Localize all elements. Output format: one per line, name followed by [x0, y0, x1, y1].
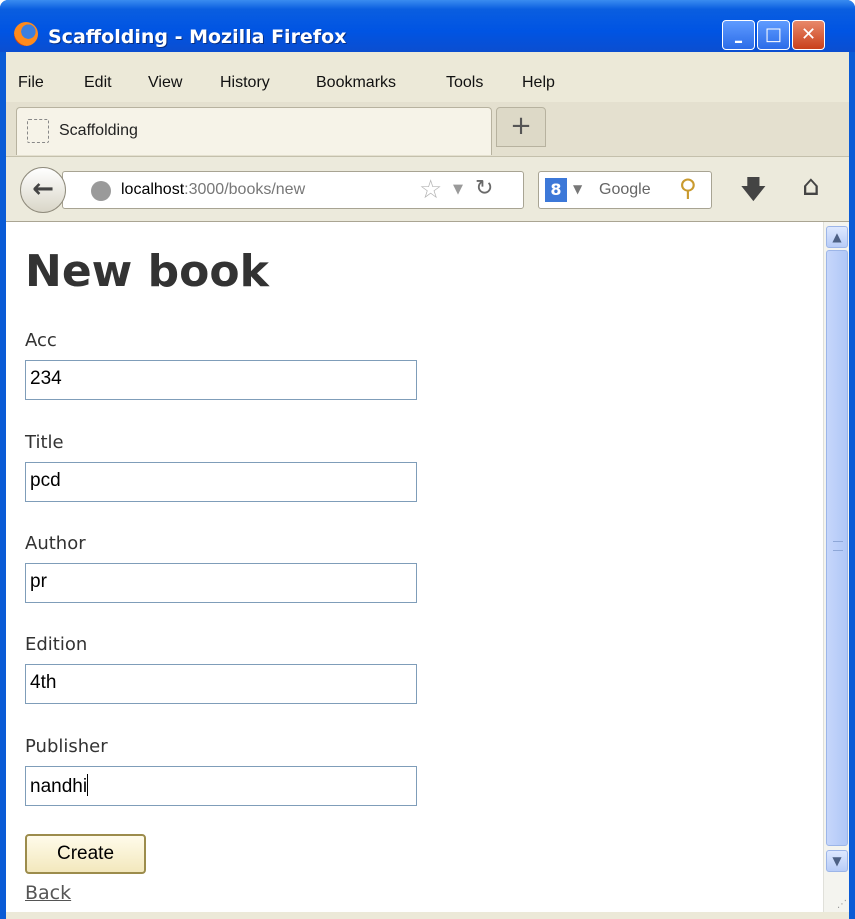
site-identity-icon[interactable] — [91, 181, 111, 201]
bookmark-star-icon[interactable]: ☆ — [419, 175, 442, 205]
publisher-input[interactable]: nandhi — [25, 766, 417, 806]
menu-help[interactable]: Help — [522, 74, 555, 92]
edition-label: Edition — [25, 634, 88, 655]
search-bar[interactable]: 8 ▼ Google ⚲ — [538, 171, 712, 209]
page-title: New book — [25, 246, 269, 297]
scroll-up-button[interactable]: ▲ — [826, 226, 848, 248]
back-link[interactable]: Back — [25, 882, 71, 904]
vertical-scrollbar[interactable]: ▲ ▼ — [823, 222, 849, 912]
search-input[interactable]: Google — [599, 181, 651, 199]
home-icon[interactable]: ⌂ — [802, 169, 820, 202]
tab-label: Scaffolding — [59, 122, 138, 139]
author-input[interactable]: pr — [25, 563, 417, 603]
menu-edit[interactable]: Edit — [84, 74, 112, 92]
menu-tools[interactable]: Tools — [446, 74, 483, 92]
tab-scaffolding[interactable]: Scaffolding — [16, 107, 492, 155]
window-title: Scaffolding - Mozilla Firefox — [48, 26, 347, 48]
edition-input[interactable]: 4th — [25, 664, 417, 704]
scroll-down-icon: ▼ — [832, 854, 842, 868]
url-path: :3000/books/new — [184, 181, 306, 198]
url-text: localhost:3000/books/new — [121, 181, 305, 199]
maximize-icon: □ — [764, 24, 782, 45]
publisher-value: nandhi — [30, 776, 88, 797]
scroll-up-icon: ▲ — [832, 230, 842, 244]
scroll-down-button[interactable]: ▼ — [826, 850, 848, 872]
menu-bookmarks[interactable]: Bookmarks — [316, 74, 396, 92]
minimize-button[interactable]: – — [722, 20, 755, 52]
url-host: localhost — [121, 181, 185, 198]
publisher-label: Publisher — [25, 736, 108, 757]
engine-dropdown-icon[interactable]: ▼ — [573, 182, 582, 196]
title-bar[interactable]: Scaffolding - Mozilla Firefox – □ ✕ — [0, 0, 855, 52]
reload-icon[interactable]: ↻ — [475, 176, 493, 201]
page-content: New book Acc 234 Title pcd Author pr Edi… — [6, 222, 849, 912]
menu-history[interactable]: History — [220, 74, 270, 92]
author-label: Author — [25, 533, 86, 554]
search-engine-icon[interactable]: 8 — [545, 178, 567, 202]
create-button[interactable]: Create — [25, 834, 146, 874]
back-arrow-icon: ← — [32, 174, 54, 204]
history-dropdown-icon[interactable]: ▼ — [453, 182, 463, 197]
title-label: Title — [25, 432, 64, 453]
close-icon: ✕ — [800, 24, 817, 45]
tab-strip: Scaffolding + — [6, 102, 849, 156]
menu-file[interactable]: File — [18, 74, 44, 92]
grip-icon — [833, 541, 843, 551]
menu-bar: File Edit View History Bookmarks Tools H… — [6, 68, 849, 102]
navigation-bar: localhost:3000/books/new ☆ ▼ ↻ ← 8 ▼ Goo… — [6, 156, 849, 222]
maximize-button[interactable]: □ — [757, 20, 790, 50]
resize-grip-icon[interactable]: ⋰ — [837, 899, 847, 910]
acc-label: Acc — [25, 330, 57, 351]
close-button[interactable]: ✕ — [792, 20, 825, 50]
url-bar[interactable]: localhost:3000/books/new ☆ ▼ ↻ — [62, 171, 524, 209]
search-magnifier-icon[interactable]: ⚲ — [679, 174, 697, 202]
page-favicon-icon — [27, 119, 49, 143]
scroll-thumb[interactable] — [826, 250, 848, 846]
text-caret — [87, 774, 89, 796]
downloads-icon[interactable]: 🡇 — [740, 171, 767, 215]
back-button[interactable]: ← — [20, 167, 66, 213]
firefox-logo-icon — [14, 22, 38, 46]
title-input[interactable]: pcd — [25, 462, 417, 502]
menu-view[interactable]: View — [148, 74, 182, 92]
new-tab-button[interactable]: + — [496, 107, 546, 147]
minimize-icon: – — [734, 31, 743, 52]
acc-input[interactable]: 234 — [25, 360, 417, 400]
